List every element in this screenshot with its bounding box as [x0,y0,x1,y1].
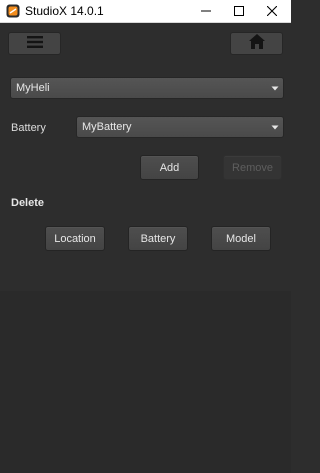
chevron-down-icon [271,83,279,95]
model-select[interactable]: MyHeli [10,77,284,99]
delete-battery-button[interactable]: Battery [128,226,188,251]
chevron-down-icon [271,122,279,134]
app-logo-icon [6,4,20,18]
battery-label: Battery [11,122,46,134]
close-button[interactable] [255,0,289,22]
model-select-value: MyHeli [16,82,50,94]
home-icon [248,33,265,54]
add-button[interactable]: Add [140,155,199,180]
maximize-icon [234,6,244,16]
delete-heading: Delete [11,197,45,209]
empty-pane [0,291,291,473]
maximize-button[interactable] [222,0,256,22]
menu-button[interactable] [8,32,61,55]
battery-select[interactable]: MyBattery [76,116,284,138]
battery-select-value: MyBattery [82,121,132,133]
remove-button[interactable]: Remove [223,155,282,180]
hamburger-menu-icon [26,35,43,53]
delete-location-button[interactable]: Location [45,226,105,251]
close-icon [267,6,277,16]
window-titlebar[interactable]: StudioX 14.0.1 [0,0,291,23]
delete-model-button[interactable]: Model [211,226,271,251]
minimize-button[interactable] [189,0,223,22]
minimize-icon [201,6,211,16]
main-content: MyHeli Battery MyBattery Add Remove Dele… [0,23,291,473]
home-button[interactable] [230,32,283,55]
window-title: StudioX 14.0.1 [25,4,104,18]
